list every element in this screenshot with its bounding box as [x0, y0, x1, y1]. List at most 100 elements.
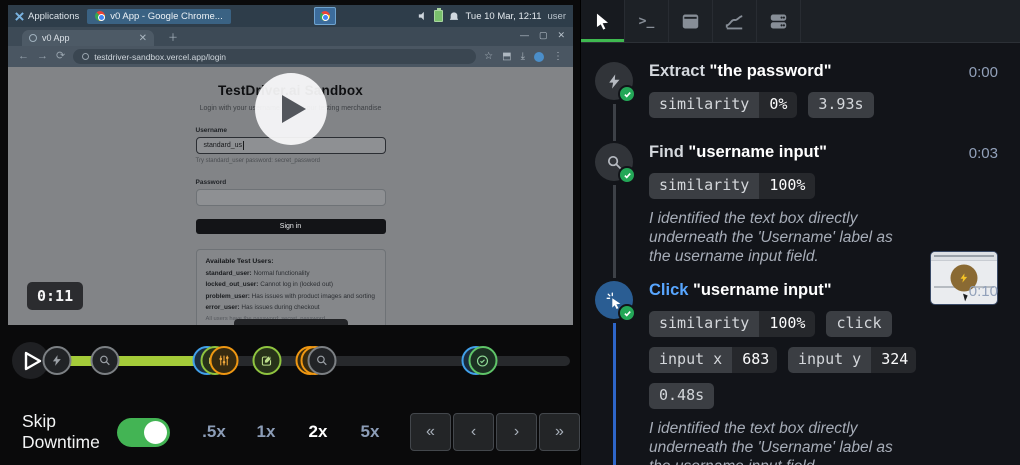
tab-terminal[interactable]: >_: [625, 0, 669, 42]
tab-close-icon[interactable]: ✕: [139, 33, 147, 44]
new-tab-button[interactable]: ＋: [168, 29, 178, 44]
menu-dots-icon[interactable]: ⋮: [553, 51, 563, 62]
skip-downtime-toggle[interactable]: [117, 417, 170, 447]
skip-to-start-button[interactable]: «: [410, 413, 451, 451]
bolt-icon: [52, 355, 61, 366]
step-timestamp: 0:03: [968, 145, 998, 162]
app-root: Applications v0 App - Google Chrome... T…: [0, 0, 1020, 465]
tab-pointer[interactable]: [581, 0, 625, 42]
duration-chip: 0.48s: [649, 382, 715, 409]
password-input[interactable]: [195, 189, 386, 206]
previous-step-button[interactable]: ‹: [453, 413, 494, 451]
close-icon[interactable]: ✕: [557, 30, 565, 41]
input-x-chip: input x 683: [649, 346, 777, 373]
step-chips: input x 683 input y 324: [649, 346, 916, 373]
test-user-row: problem_user: Has issues with product im…: [205, 292, 375, 300]
tab-browser[interactable]: [669, 0, 713, 42]
similarity-chip: similarity 100%: [649, 172, 816, 199]
speed-selector: .5x 1x 2x 5x: [188, 422, 396, 442]
url-field[interactable]: testdriver-sandbox.vercel.app/login: [73, 49, 477, 64]
site-info-icon: [82, 53, 90, 60]
timeline-scrubber: [0, 341, 580, 379]
forward-icon[interactable]: →: [37, 51, 48, 62]
taskbar-task-chrome[interactable]: v0 App - Google Chrome...: [87, 8, 231, 24]
step-connector-active: [613, 323, 616, 465]
signin-button[interactable]: Sign in: [195, 219, 386, 234]
taskbar-clock: Tue 10 Mar, 12:11: [465, 10, 542, 22]
player-panel: Applications v0 App - Google Chrome... T…: [0, 0, 580, 465]
tab-chart[interactable]: [713, 0, 757, 42]
server-icon: [770, 14, 787, 28]
sliders-icon: [219, 355, 229, 366]
applications-icon: [15, 11, 24, 21]
username-hint: Try standard_user password: secret_passw…: [195, 158, 321, 164]
window-icon: [682, 14, 699, 28]
test-user-row: locked_out_user: Cannot log in (locked o…: [205, 281, 334, 288]
tab-title: v0 App: [42, 33, 70, 43]
marker-sliders[interactable]: [209, 346, 239, 375]
extensions-icon[interactable]: ⬒: [502, 51, 511, 62]
applications-label: Applications: [28, 10, 80, 22]
step-connector: [613, 104, 616, 141]
step-title: Extract "the password": [649, 62, 832, 80]
applications-menu[interactable]: Applications: [15, 11, 79, 22]
username-value: standard_us: [203, 142, 243, 149]
step-chips: similarity 100%: [649, 172, 916, 199]
video-play-overlay-button[interactable]: [254, 73, 327, 145]
speed-1x-button[interactable]: 1x: [240, 422, 292, 442]
reload-icon[interactable]: ⟳: [56, 51, 65, 62]
play-icon: [282, 95, 306, 123]
test-users-heading: Available Test Users:: [205, 258, 274, 265]
step-chips: similarity 100% click: [649, 310, 916, 337]
step-icon-circle: [595, 143, 636, 184]
speed-2x-button[interactable]: 2x: [292, 422, 344, 442]
password-label: Password: [195, 179, 227, 186]
steps-panel: >_ 0:00 Extract "the password" similarit…: [580, 0, 1020, 465]
similarity-chip: similarity 100%: [649, 310, 816, 337]
tab-server[interactable]: [757, 0, 801, 42]
system-tray: Tue 10 Mar, 12:11 user: [418, 8, 566, 22]
taskbar-task-title: v0 App - Google Chrome...: [110, 10, 223, 22]
speed-0.5x-button[interactable]: .5x: [188, 422, 240, 442]
search-icon: [100, 355, 110, 366]
marker-bolt[interactable]: [42, 346, 72, 375]
test-user-row: standard_user: Normal functionality: [205, 269, 310, 277]
search-icon: [317, 355, 327, 366]
marker-edit[interactable]: [252, 346, 282, 375]
browser-addressbar: ← → ⟳ testdriver-sandbox.vercel.app/logi…: [8, 46, 573, 67]
taskbar-user: user: [547, 10, 566, 22]
marker-clock-check[interactable]: [468, 346, 498, 375]
terminal-icon: >_: [638, 13, 655, 29]
step-icon-circle: [595, 281, 636, 322]
step-chips: similarity 0% 3.93s: [649, 91, 998, 118]
tab-favicon: [29, 34, 37, 42]
minimize-icon[interactable]: —: [520, 30, 529, 41]
marker-search[interactable]: [90, 346, 120, 375]
maximize-icon[interactable]: ▢: [539, 30, 548, 41]
taskbar-chrome-launcher[interactable]: [313, 7, 336, 25]
url-text: testdriver-sandbox.vercel.app/login: [94, 51, 227, 62]
marker-search[interactable]: [307, 346, 337, 375]
back-icon[interactable]: ←: [18, 51, 29, 62]
video-frame[interactable]: Applications v0 App - Google Chrome... T…: [8, 5, 573, 325]
bookmark-star-icon[interactable]: ☆: [484, 51, 493, 62]
desktop-taskbar: Applications v0 App - Google Chrome... T…: [8, 5, 573, 27]
browser-tabstrip: v0 App ✕ ＋ — ▢ ✕: [8, 27, 573, 46]
toggle-knob: [144, 420, 167, 444]
bolt-icon: [960, 273, 968, 283]
next-step-button[interactable]: ›: [496, 413, 537, 451]
chrome-icon: [95, 11, 106, 21]
line-chart-icon: [725, 14, 743, 29]
step-icon-circle: [595, 62, 636, 103]
profile-avatar[interactable]: [534, 51, 544, 62]
chrome-icon: [319, 11, 330, 21]
step-ai-note: I identified the text box directly under…: [649, 209, 893, 265]
speed-5x-button[interactable]: 5x: [344, 422, 396, 442]
step-connector: [613, 185, 616, 278]
browser-tab[interactable]: v0 App ✕: [22, 30, 154, 46]
download-icon[interactable]: ⤓: [521, 51, 525, 62]
duration-chip: 3.93s: [808, 91, 874, 118]
window-controls: — ▢ ✕: [520, 30, 565, 41]
skip-to-end-button[interactable]: »: [539, 413, 580, 451]
panel-toolbar: >_: [581, 0, 1020, 43]
